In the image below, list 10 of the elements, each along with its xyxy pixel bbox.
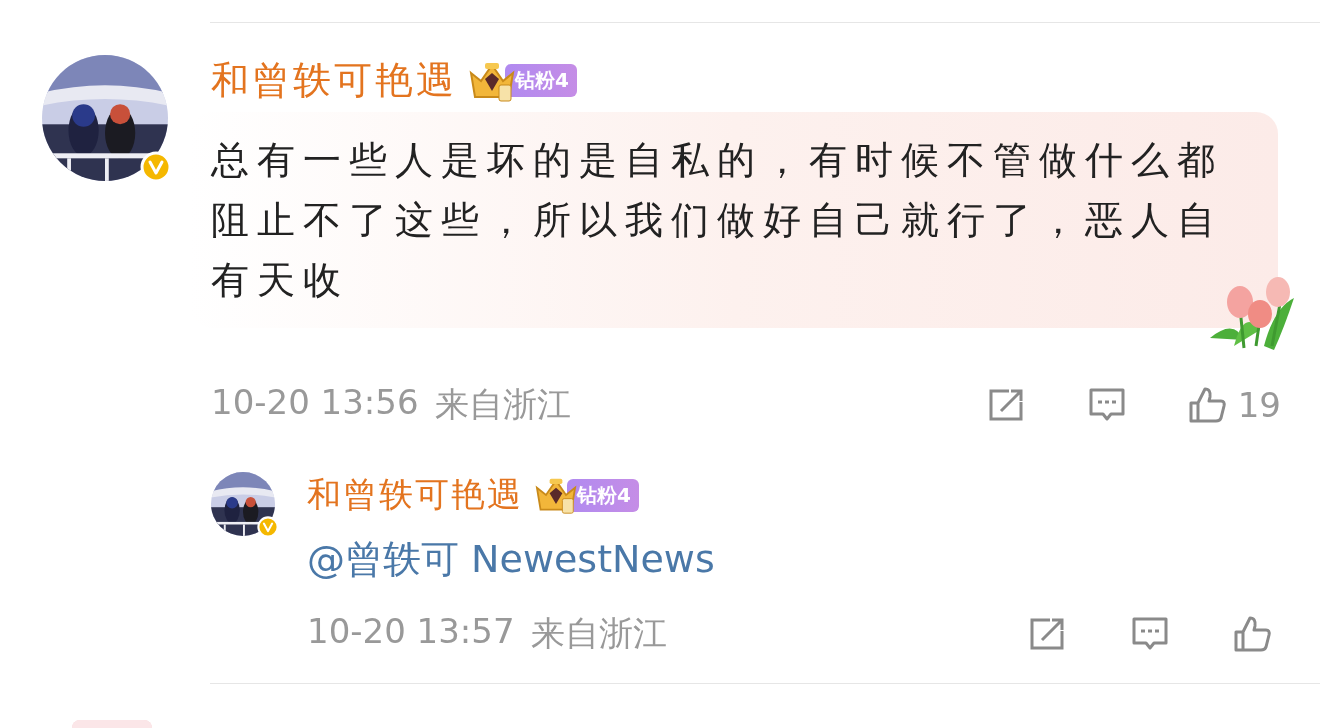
user-name[interactable]: 和曾轶可艳遇 (211, 55, 457, 106)
user-name[interactable]: 和曾轶可艳遇 (307, 472, 523, 518)
comment-text: 总有一些人是坏的是自私的，有时候不管做什么都阻止不了这些，所以我们做好自己就行了，恶人自有天收 (211, 137, 1224, 304)
timestamp: 10-20 13:56 (211, 382, 419, 424)
mention-link[interactable]: @曾轶可 NewestNews (307, 534, 1273, 585)
location-text: 来自浙江 (530, 612, 667, 655)
badge-label: 钻粉4 (567, 478, 639, 512)
like-count: 19 (1237, 385, 1281, 425)
timestamp: 10-20 13:57 (307, 611, 515, 653)
location-text: 来自浙江 (434, 383, 571, 426)
